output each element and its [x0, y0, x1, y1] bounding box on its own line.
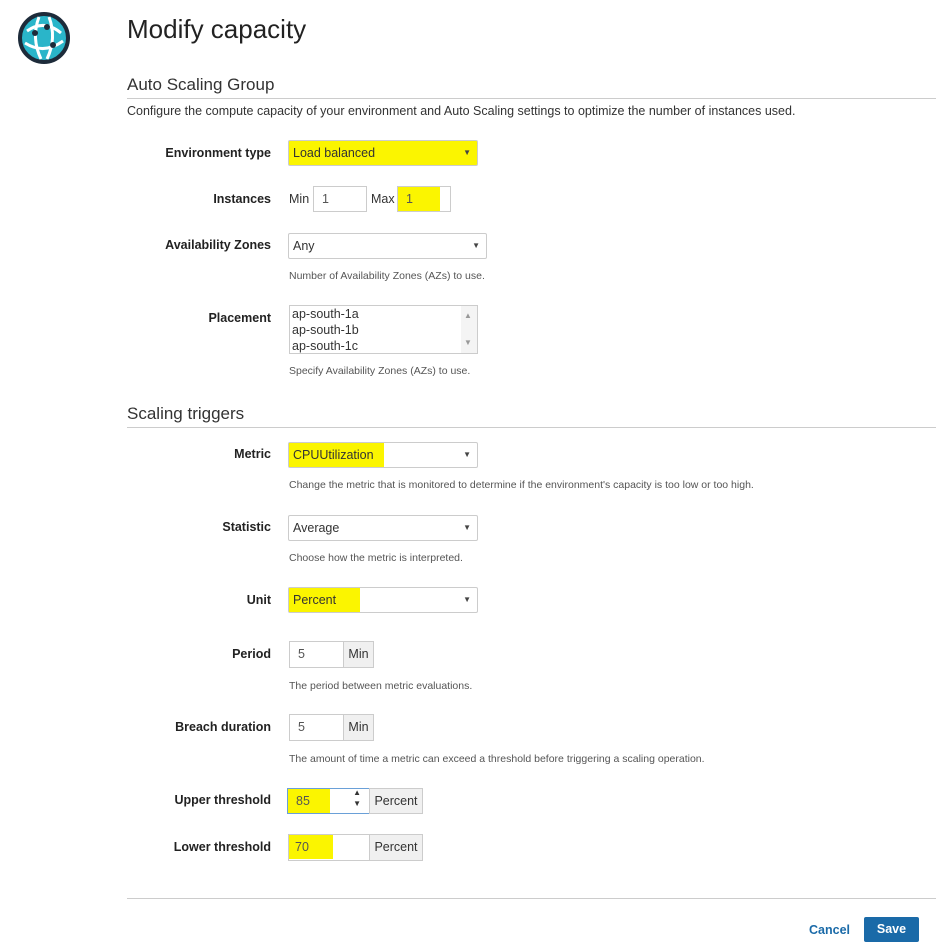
min-label: Min — [289, 192, 310, 206]
max-label: Max — [371, 192, 395, 206]
chevron-down-icon: ▼ — [463, 148, 471, 157]
placement-option[interactable]: ap-south-1a — [290, 306, 477, 322]
placement-option[interactable]: ap-south-1c — [290, 338, 477, 354]
lower-threshold-input[interactable]: 70 — [288, 834, 370, 861]
breach-duration-unit-addon: Min — [343, 714, 374, 741]
placement-listbox[interactable]: ap-south-1a ap-south-1b ap-south-1c ▲ ▼ — [289, 305, 478, 354]
max-instances-input[interactable]: 1 — [397, 186, 451, 212]
lower-threshold-label: Lower threshold — [173, 840, 271, 854]
upper-threshold-unit-addon: Percent — [369, 788, 423, 814]
scroll-up-icon[interactable]: ▲ — [464, 308, 472, 324]
availability-zones-value: Any — [293, 239, 315, 253]
save-button[interactable]: Save — [864, 917, 919, 942]
period-label: Period — [232, 647, 271, 661]
unit-select[interactable]: Percent ▼ — [288, 587, 478, 613]
availability-zones-help: Number of Availability Zones (AZs) to us… — [289, 270, 485, 282]
section-description: Configure the compute capacity of your e… — [127, 104, 796, 118]
period-help: The period between metric evaluations. — [289, 680, 473, 692]
statistic-help: Choose how the metric is interpreted. — [289, 552, 463, 564]
placement-option[interactable]: ap-south-1b — [290, 322, 477, 338]
upper-threshold-input[interactable]: 85 ▲ ▼ — [287, 788, 370, 814]
period-unit-addon: Min — [343, 641, 374, 668]
statistic-select[interactable]: Average ▼ — [288, 515, 478, 541]
placement-help: Specify Availability Zones (AZs) to use. — [289, 365, 471, 377]
availability-zones-select[interactable]: Any ▼ — [288, 233, 487, 259]
statistic-label: Statistic — [222, 520, 271, 534]
app-logo — [17, 11, 71, 65]
availability-zones-label: Availability Zones — [165, 238, 271, 252]
min-instances-input[interactable]: 1 — [313, 186, 367, 212]
unit-value: Percent — [289, 588, 361, 612]
breach-duration-input[interactable]: 5 — [289, 714, 344, 741]
breach-duration-help: The amount of time a metric can exceed a… — [289, 753, 705, 765]
environment-type-value: Load balanced — [293, 146, 376, 160]
metric-value: CPUUtilization — [289, 443, 384, 467]
chevron-down-icon: ▼ — [463, 595, 471, 604]
placement-label: Placement — [208, 311, 271, 325]
chevron-down-icon: ▼ — [463, 450, 471, 459]
metric-label: Metric — [234, 447, 271, 461]
metric-select[interactable]: CPUUtilization ▼ — [288, 442, 478, 468]
statistic-value: Average — [293, 521, 340, 535]
footer-divider — [127, 898, 936, 899]
globe-network-icon — [18, 12, 70, 64]
section-divider — [127, 98, 936, 99]
spinner-up-icon[interactable]: ▲ — [353, 788, 361, 797]
max-instances-value: 1 — [398, 187, 440, 211]
section-title-scaling-triggers: Scaling triggers — [127, 404, 245, 423]
chevron-down-icon: ▼ — [463, 523, 471, 532]
breach-duration-label: Breach duration — [175, 720, 271, 734]
section-divider — [127, 427, 936, 428]
section-title-auto-scaling: Auto Scaling Group — [127, 75, 275, 94]
page-title: Modify capacity — [127, 14, 307, 44]
spinner-down-icon[interactable]: ▼ — [353, 799, 361, 808]
lower-threshold-unit-addon: Percent — [369, 834, 423, 861]
environment-type-select[interactable]: Load balanced ▼ — [288, 140, 478, 166]
chevron-down-icon: ▼ — [472, 241, 480, 250]
period-input[interactable]: 5 — [289, 641, 344, 668]
upper-threshold-value: 85 — [288, 789, 330, 813]
environment-type-label: Environment type — [165, 146, 271, 160]
upper-threshold-label: Upper threshold — [174, 793, 271, 807]
lower-threshold-value: 70 — [289, 835, 333, 859]
scroll-down-icon[interactable]: ▼ — [464, 335, 472, 351]
unit-label: Unit — [246, 593, 271, 607]
placement-scrollbar[interactable]: ▲ ▼ — [461, 306, 477, 353]
metric-help: Change the metric that is monitored to d… — [289, 479, 754, 491]
instances-label: Instances — [213, 192, 271, 206]
cancel-button[interactable]: Cancel — [809, 923, 850, 937]
